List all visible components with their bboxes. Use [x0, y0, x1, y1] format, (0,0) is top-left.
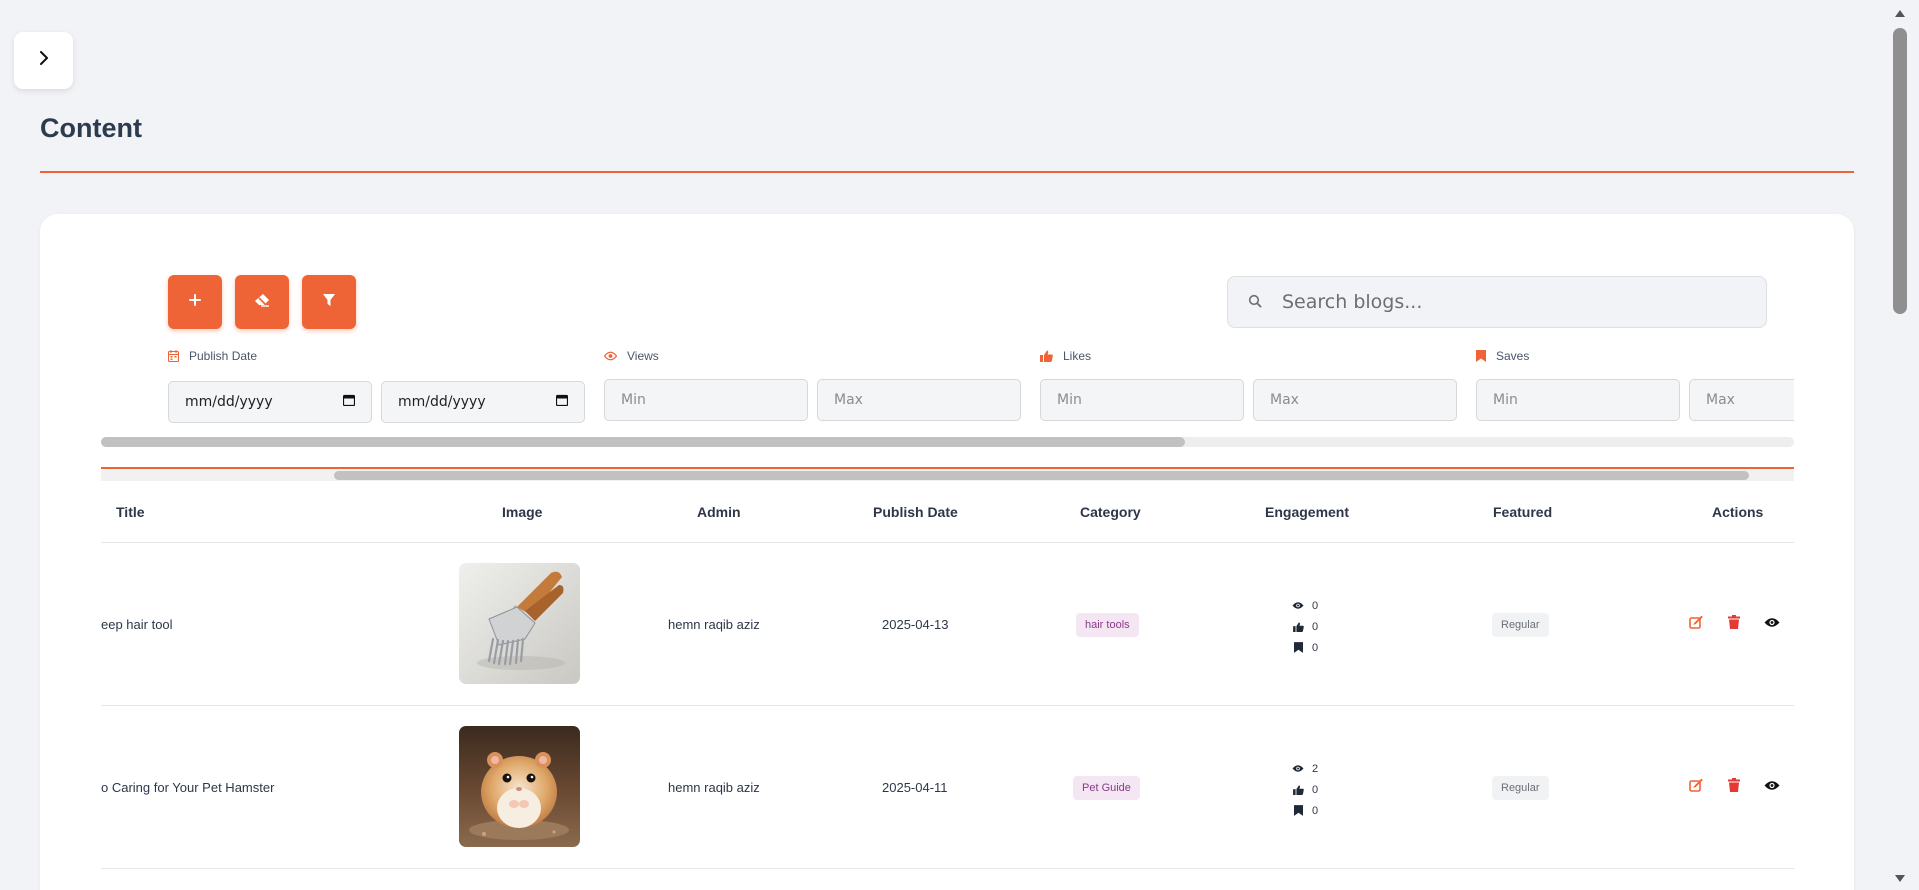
- view-button[interactable]: [1762, 777, 1782, 797]
- saves-count: 0: [1312, 641, 1319, 654]
- eraser-icon: [254, 293, 270, 312]
- eye-icon: [604, 351, 617, 361]
- edit-button[interactable]: [1686, 614, 1706, 634]
- col-admin[interactable]: Admin: [697, 504, 741, 520]
- col-engagement[interactable]: Engagement: [1265, 504, 1349, 520]
- row-publish-date: 2025-04-13: [882, 617, 949, 632]
- trash-icon: [1728, 777, 1740, 797]
- views-count: 2: [1312, 762, 1319, 775]
- eye-icon: [1764, 778, 1780, 796]
- eye-icon: [1292, 601, 1304, 610]
- views-filter-label: Views: [604, 349, 659, 363]
- table-row[interactable]: eep hair tool hemn raqib aziz 2025-04-13: [101, 543, 1794, 706]
- table-row[interactable]: o Caring for Your Pet Hamster hemn raqib…: [101, 706, 1794, 869]
- col-publish-date[interactable]: Publish Date: [873, 504, 958, 520]
- row-admin: hemn raqib aziz: [668, 780, 760, 795]
- chevron-right-icon: [38, 51, 50, 70]
- engagement-stats: 2 0 0: [1292, 758, 1318, 821]
- saves-max-input[interactable]: [1689, 379, 1794, 421]
- scroll-up-arrow[interactable]: [1893, 6, 1907, 20]
- hair-tool-image: [459, 563, 580, 684]
- filters-scrollbar[interactable]: [101, 437, 1794, 447]
- delete-button[interactable]: [1724, 614, 1744, 634]
- view-button[interactable]: [1762, 614, 1782, 634]
- plus-icon: [188, 293, 202, 312]
- category-badge: Pet Guide: [1073, 776, 1140, 800]
- calendar-icon[interactable]: [555, 394, 569, 410]
- col-image[interactable]: Image: [502, 504, 542, 520]
- views-count: 0: [1312, 599, 1319, 612]
- views-max-input[interactable]: [817, 379, 1021, 421]
- col-category[interactable]: Category: [1080, 504, 1141, 520]
- edit-button[interactable]: [1686, 777, 1706, 797]
- content-card: Publish Date Views Likes Saves mm/dd/yyy…: [40, 214, 1854, 890]
- likes-count: 0: [1312, 620, 1319, 633]
- bookmark-icon: [1476, 350, 1486, 362]
- thumbs-up-icon: [1292, 621, 1304, 632]
- thumbs-up-icon: [1040, 350, 1053, 362]
- eye-icon: [1764, 615, 1780, 633]
- clear-filters-button[interactable]: [235, 275, 289, 329]
- likes-max-input[interactable]: [1253, 379, 1457, 421]
- search-box: [1227, 276, 1767, 328]
- search-icon: [1248, 294, 1264, 310]
- table-scrollbar-thumb[interactable]: [334, 471, 1749, 480]
- filters-scrollbar-thumb[interactable]: [101, 437, 1185, 447]
- title-divider: [40, 171, 1854, 173]
- search-input[interactable]: [1282, 291, 1742, 313]
- row-title: o Caring for Your Pet Hamster: [101, 780, 275, 795]
- delete-button[interactable]: [1724, 777, 1744, 797]
- scroll-down-arrow[interactable]: [1893, 871, 1907, 885]
- featured-badge: Regular: [1492, 613, 1549, 637]
- category-badge: hair tools: [1076, 613, 1139, 637]
- row-publish-date: 2025-04-11: [882, 780, 948, 795]
- likes-min-input[interactable]: [1040, 379, 1244, 421]
- thumbs-up-icon: [1292, 784, 1304, 795]
- table-scrollbar[interactable]: [101, 469, 1794, 481]
- edit-icon: [1689, 778, 1703, 797]
- filter-icon: [322, 293, 336, 312]
- publish-date-from-input[interactable]: mm/dd/yyyy: [168, 381, 372, 423]
- likes-filter-label: Likes: [1040, 349, 1091, 363]
- bookmark-icon: [1292, 805, 1304, 816]
- col-featured[interactable]: Featured: [1493, 504, 1552, 520]
- add-blog-button[interactable]: [168, 275, 222, 329]
- calendar-icon: [168, 350, 179, 362]
- eye-icon: [1292, 764, 1304, 773]
- saves-count: 0: [1312, 804, 1319, 817]
- col-title[interactable]: Title: [116, 504, 145, 520]
- calendar-icon[interactable]: [342, 394, 356, 410]
- engagement-stats: 0 0 0: [1292, 595, 1318, 658]
- views-min-input[interactable]: [604, 379, 808, 421]
- page-scrollbar-thumb[interactable]: [1893, 28, 1907, 314]
- publish-date-to-input[interactable]: mm/dd/yyyy: [381, 381, 585, 423]
- filter-toggle-button[interactable]: [302, 275, 356, 329]
- edit-icon: [1689, 615, 1703, 634]
- likes-count: 0: [1312, 783, 1319, 796]
- publish-date-filter-label: Publish Date: [168, 349, 257, 363]
- row-title: eep hair tool: [101, 617, 173, 632]
- content-inner: Publish Date Views Likes Saves mm/dd/yyy…: [101, 214, 1794, 890]
- featured-badge: Regular: [1492, 776, 1549, 800]
- bookmark-icon: [1292, 642, 1304, 653]
- sidebar-toggle-button[interactable]: [14, 32, 73, 89]
- page-title: Content: [40, 113, 142, 143]
- trash-icon: [1728, 614, 1740, 634]
- row-admin: hemn raqib aziz: [668, 617, 760, 632]
- col-actions[interactable]: Actions: [1712, 504, 1763, 520]
- saves-filter-label: Saves: [1476, 349, 1529, 363]
- saves-min-input[interactable]: [1476, 379, 1680, 421]
- hamster-image: [459, 726, 580, 847]
